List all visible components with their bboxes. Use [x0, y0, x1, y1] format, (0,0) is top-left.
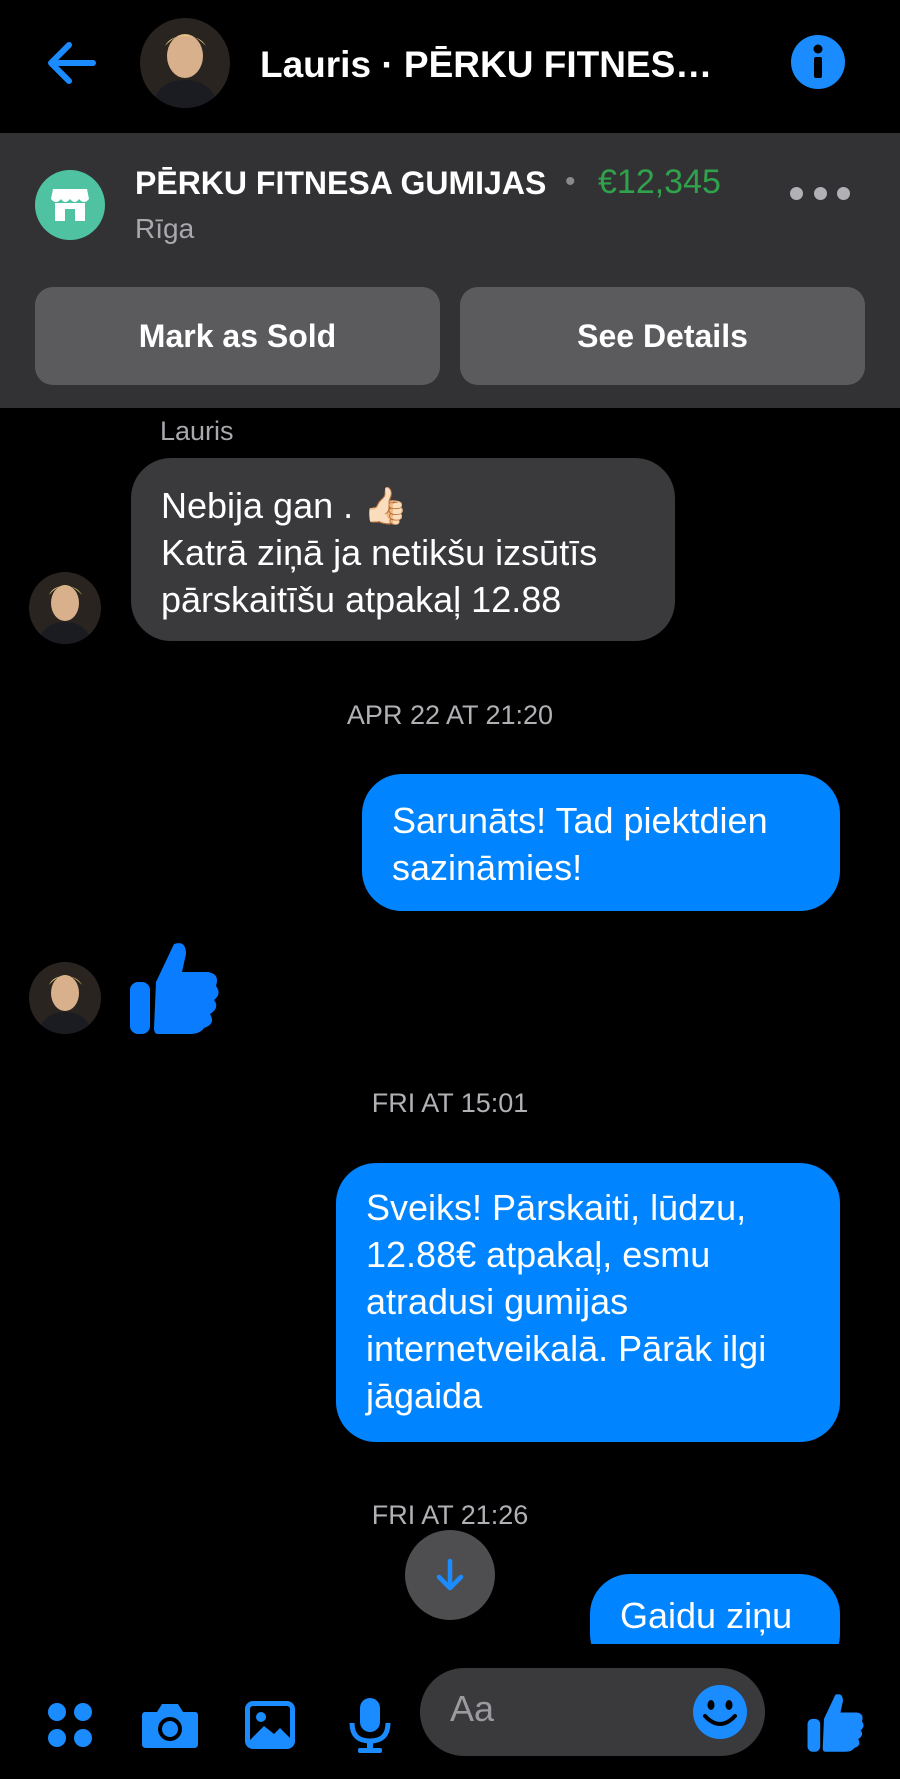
- message-line: 12.88€ atpakaļ, esmu: [366, 1234, 711, 1275]
- thumbs-up-icon: [130, 943, 219, 1034]
- listing-location: Rīga: [135, 213, 195, 244]
- see-details-button[interactable]: See Details: [460, 287, 865, 385]
- message-line: Gaidu ziņu: [620, 1595, 793, 1636]
- info-icon: [791, 35, 845, 89]
- timestamp: APR 22 AT 21:20: [346, 700, 554, 730]
- microphone-icon[interactable]: [340, 1695, 400, 1755]
- outgoing-message-bubble[interactable]: Gaidu ziņu: [590, 1574, 840, 1644]
- message-clip: Gaidu ziņu: [590, 1574, 840, 1644]
- back-button[interactable]: [38, 30, 104, 96]
- outgoing-message-bubble[interactable]: Sarunāts! Tad piektdien sazināmies!: [362, 774, 840, 911]
- listing-price: €12,345: [598, 163, 721, 201]
- emoji-icon[interactable]: [690, 1682, 750, 1742]
- sender-name: Lauris: [160, 416, 234, 446]
- timestamp: FRI AT 15:01: [371, 1088, 529, 1118]
- chat-header: Lauris · PĒRKU FITNESA GUMIJAS: [0, 0, 900, 133]
- more-options-icon[interactable]: [790, 178, 850, 208]
- storefront-icon: [35, 170, 105, 240]
- message-line: internetveikalā. Pārāk ilgi: [366, 1328, 767, 1369]
- message-line: Sveiks! Pārskaiti, lūdzu,: [366, 1187, 747, 1228]
- chat-title[interactable]: Lauris · PĒRKU FITNESA GUMIJAS: [260, 40, 730, 90]
- scroll-to-bottom-button[interactable]: [405, 1530, 495, 1620]
- message-line: Sarunāts! Tad piektdien: [392, 800, 768, 841]
- info-button[interactable]: [790, 34, 846, 90]
- arrow-down-icon: [436, 1558, 464, 1591]
- message-line: atradusi gumijas: [366, 1281, 629, 1322]
- sender-avatar[interactable]: [29, 572, 101, 644]
- message-composer: Aa: [0, 1645, 900, 1779]
- back-arrow-icon: [48, 42, 96, 84]
- incoming-message-bubble[interactable]: Nebija gan . 👍🏻 Katrā ziņā ja netikšu iz…: [131, 458, 675, 641]
- outgoing-message-bubble[interactable]: Sveiks! Pārskaiti, lūdzu, 12.88€ atpakaļ…: [336, 1163, 840, 1442]
- message-line: Nebija gan . 👍🏻: [161, 485, 408, 526]
- apps-icon[interactable]: [40, 1695, 100, 1755]
- listing-title[interactable]: PĒRKU FITNESA GUMIJAS: [135, 165, 546, 202]
- message-line: jāgaida: [366, 1375, 483, 1416]
- gallery-icon[interactable]: [240, 1695, 300, 1755]
- message-line: Katrā ziņā ja netikšu izsūtīs: [161, 532, 598, 573]
- message-input-placeholder: Aa: [450, 1688, 495, 1729]
- message-line: pārskaitīšu atpakaļ 12.88: [161, 579, 562, 620]
- timestamp: FRI AT 21:26: [371, 1500, 529, 1530]
- marketplace-listing-panel: PĒRKU FITNESA GUMIJAS • €12,345 Rīga Mar…: [0, 133, 900, 408]
- contact-avatar[interactable]: [140, 18, 230, 108]
- thumbs-up-send-icon[interactable]: [803, 1689, 869, 1755]
- message-line: sazināmies!: [392, 847, 583, 888]
- camera-icon[interactable]: [140, 1695, 200, 1755]
- title-separator: •: [565, 165, 576, 198]
- thumbs-up-reaction[interactable]: [128, 938, 222, 1036]
- message-input[interactable]: Aa: [420, 1668, 765, 1756]
- sender-avatar[interactable]: [29, 962, 101, 1034]
- mark-as-sold-button[interactable]: Mark as Sold: [35, 287, 440, 385]
